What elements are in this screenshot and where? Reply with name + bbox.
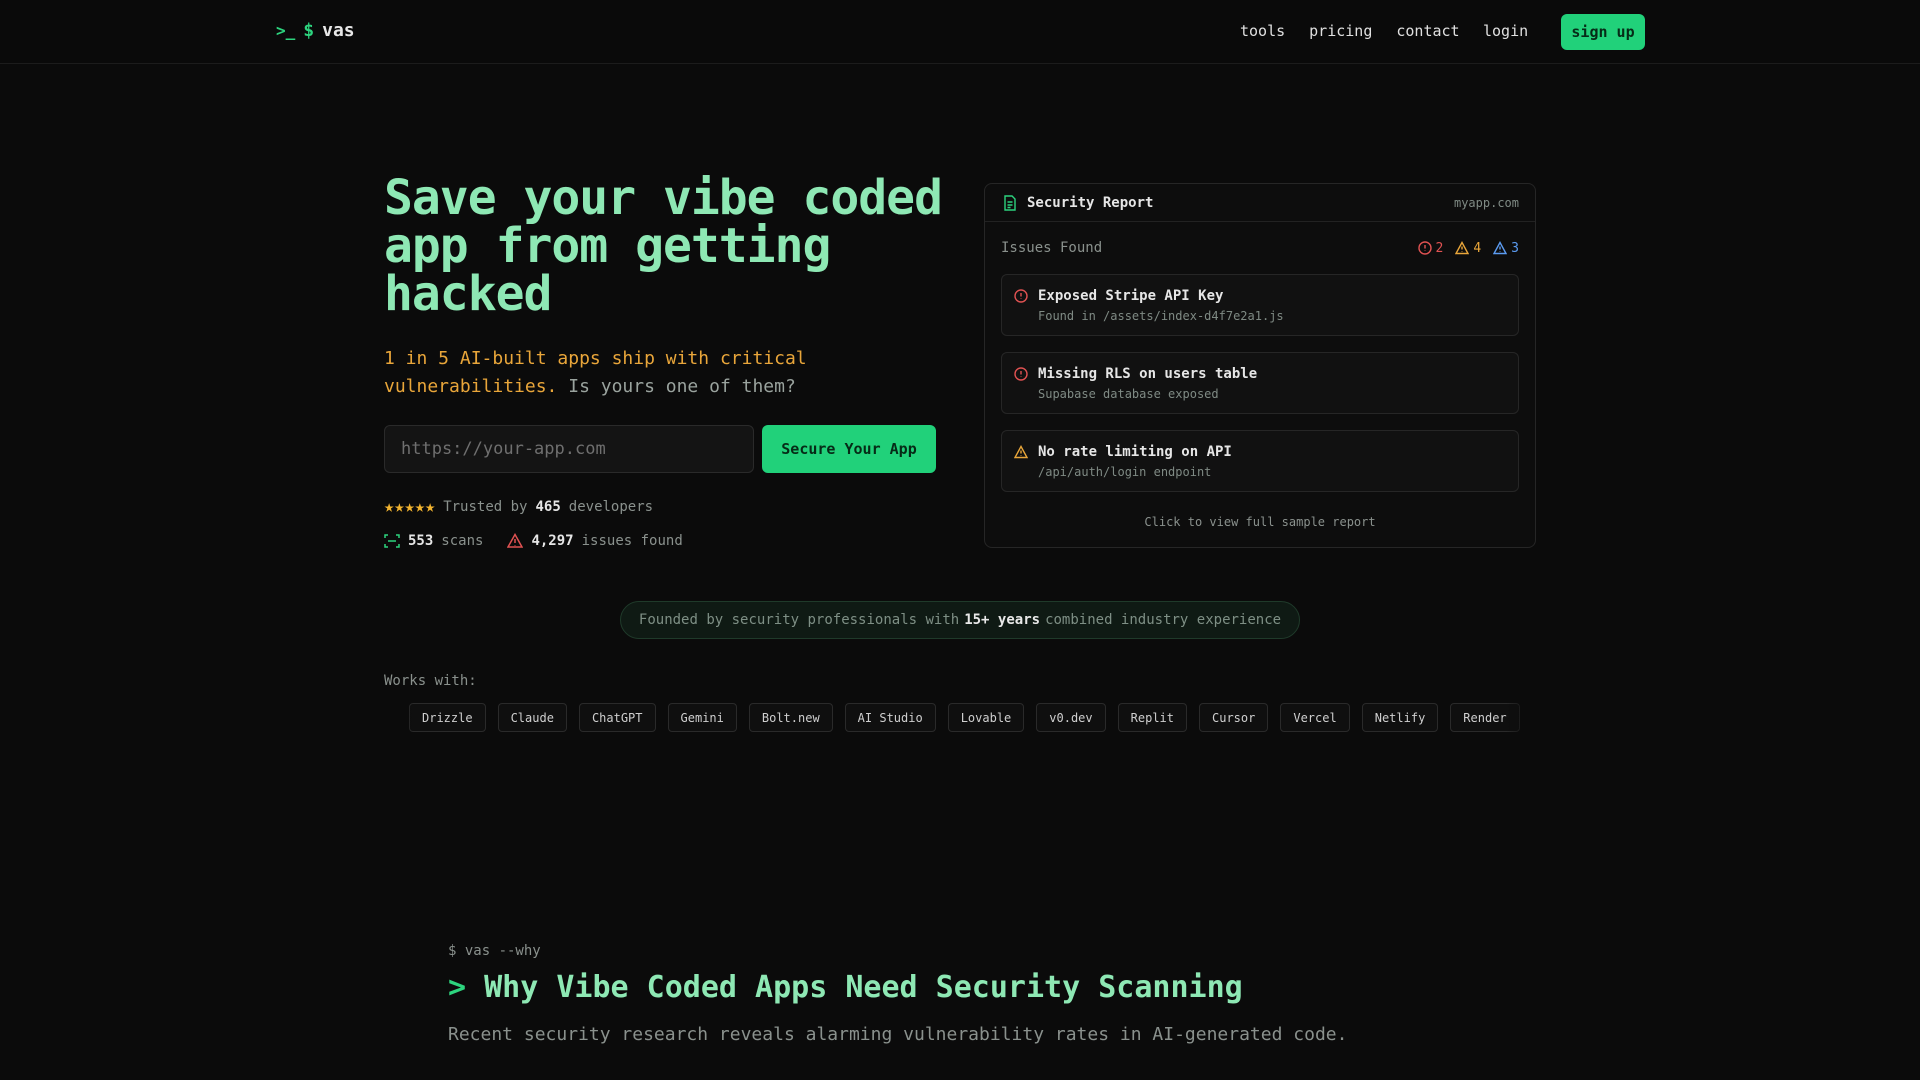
issue-item[interactable]: Exposed Stripe API Key Found in /assets/… — [1001, 274, 1519, 336]
why-title-text: Why Vibe Coded Apps Need Security Scanni… — [484, 970, 1243, 1005]
brand-dollar: $ — [303, 20, 315, 41]
report-site: myapp.com — [1453, 196, 1519, 210]
rating-stars-icon: ★★★★★ — [384, 497, 436, 517]
tool-chip: Drizzle — [409, 703, 486, 732]
tool-chip: Replit — [1117, 703, 1187, 732]
why-prompt-symbol: > — [448, 970, 467, 1005]
issues-label: issues found — [581, 533, 683, 549]
scans-label: scans — [441, 533, 484, 549]
issue-detail: Found in /assets/index-d4f7e2a1.js — [1038, 309, 1284, 323]
trusted-count: 465 — [535, 499, 561, 515]
issue-item[interactable]: Missing RLS on users table Supabase data… — [1001, 352, 1519, 414]
secure-your-app-button[interactable]: Secure Your App — [762, 425, 936, 473]
issues-stat: 4,297 issues found — [507, 533, 683, 549]
why-command: $ vas --why — [448, 943, 541, 959]
issue-title: No rate limiting on API — [1038, 444, 1232, 460]
report-header: Security Report myapp.com — [985, 184, 1535, 222]
nav-link-pricing[interactable]: pricing — [1309, 22, 1372, 40]
founded-badge: Founded by security professionals with 1… — [620, 601, 1300, 639]
tool-chip: Vercel — [1280, 703, 1350, 732]
stats-row: 553 scans 4,297 issues found — [384, 533, 683, 549]
nav-link-contact[interactable]: contact — [1396, 22, 1459, 40]
brand-name: vas — [322, 20, 355, 41]
nav-link-tools[interactable]: tools — [1240, 22, 1285, 40]
hero-subtitle: 1 in 5 AI-built apps ship with critical … — [384, 345, 904, 401]
issue-title: Exposed Stripe API Key — [1038, 288, 1224, 304]
critical-circle-icon — [1014, 289, 1028, 303]
tool-chip: AI Studio — [844, 703, 936, 732]
tool-chip: Netlify — [1361, 703, 1439, 732]
view-full-report-link[interactable]: Click to view full sample report — [985, 515, 1535, 529]
issue-item[interactable]: No rate limiting on API /api/auth/login … — [1001, 430, 1519, 492]
why-description: Recent security research reveals alarmin… — [448, 1024, 1348, 1045]
tool-chip: v0.dev — [1036, 703, 1106, 732]
info-count: 3 — [1493, 240, 1519, 256]
tool-chip: Cursor — [1199, 703, 1269, 732]
nav-links: tools pricing contact — [1240, 22, 1460, 40]
severity-counts: 2 4 3 — [1417, 240, 1519, 256]
hero-subtitle-question: Is yours one of them? — [557, 376, 796, 397]
warning-triangle-icon — [507, 533, 524, 548]
issue-detail: /api/auth/login endpoint — [1038, 465, 1212, 479]
tool-chip: ChatGPT — [578, 703, 656, 732]
tool-chip: Lovable — [947, 703, 1025, 732]
login-link[interactable]: login — [1483, 22, 1528, 40]
tool-chip: Gemini — [667, 703, 737, 732]
trusted-prefix: Trusted by — [443, 499, 528, 515]
hero-title: Save your vibe coded app from getting ha… — [384, 170, 943, 322]
brand-logo[interactable]: >_ $ vas — [276, 20, 355, 41]
signup-button[interactable]: sign up — [1561, 14, 1645, 50]
warning-triangle-icon — [1455, 241, 1470, 255]
founded-highlight: 15+ years — [964, 612, 1041, 628]
tool-chip: Claude — [497, 703, 567, 732]
issue-detail: Supabase database exposed — [1038, 387, 1219, 401]
info-count-value: 3 — [1511, 240, 1519, 256]
issue-title: Missing RLS on users table — [1038, 366, 1258, 382]
why-title: > Why Vibe Coded Apps Need Security Scan… — [448, 970, 1243, 1005]
issues-count: 4,297 — [531, 533, 574, 549]
top-nav: >_ $ vas tools pricing contact login sig… — [0, 0, 1920, 64]
scans-count: 553 — [408, 533, 434, 549]
founded-prefix: Founded by security professionals with — [638, 612, 960, 628]
founded-suffix: combined industry experience — [1045, 612, 1282, 628]
critical-circle-icon — [1014, 367, 1028, 381]
scans-stat: 553 scans — [384, 533, 483, 549]
chips-fade-right — [1506, 700, 1536, 736]
issues-summary: Issues Found 2 4 3 — [1001, 240, 1519, 256]
critical-circle-icon — [1417, 241, 1432, 255]
scan-icon — [384, 534, 400, 548]
terminal-prompt-icon: >_ — [276, 21, 296, 40]
tool-chips: Drizzle Claude ChatGPT Gemini Bolt.new A… — [409, 703, 1520, 732]
document-icon — [1004, 195, 1016, 211]
works-with-label: Works with: — [384, 673, 477, 689]
critical-count-value: 2 — [1435, 240, 1444, 256]
chips-fade-left — [384, 700, 414, 736]
warning-count-value: 4 — [1473, 240, 1482, 256]
app-url-input[interactable] — [384, 425, 754, 473]
warning-triangle-icon — [1014, 445, 1028, 459]
tool-chip: Bolt.new — [748, 703, 833, 732]
critical-count: 2 — [1417, 240, 1444, 256]
report-title: Security Report — [1027, 195, 1154, 211]
trust-line: ★★★★★ Trusted by 465 developers — [384, 497, 653, 517]
issues-found-label: Issues Found — [1001, 240, 1103, 256]
warning-count: 4 — [1455, 240, 1481, 256]
trusted-suffix: developers — [568, 499, 654, 515]
info-triangle-icon — [1493, 241, 1508, 255]
security-report-card[interactable]: Security Report myapp.com Issues Found 2… — [984, 183, 1536, 548]
